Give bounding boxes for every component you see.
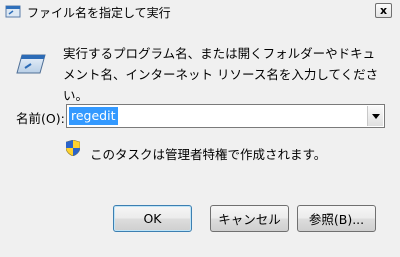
close-button[interactable]: x [375, 3, 392, 18]
browse-button[interactable]: 参照(B)... [297, 205, 376, 232]
dropdown-button[interactable] [367, 106, 383, 126]
run-dialog: ファイル名を指定して実行 x 実行するプログラム名、または開くフォルダーやドキュ… [0, 0, 400, 257]
window-title: ファイル名を指定して実行 [27, 6, 171, 20]
run-app-icon [5, 5, 21, 18]
name-combobox[interactable]: regedit [66, 104, 385, 128]
chevron-down-icon [372, 114, 380, 119]
uac-shield-icon [65, 139, 81, 157]
name-input[interactable]: regedit [69, 107, 118, 125]
instruction-text: 実行するプログラム名、または開くフォルダーやドキュメント名、インターネット リソ… [63, 46, 379, 103]
title-bar: ファイル名を指定して実行 x [0, 0, 400, 23]
admin-privilege-note: このタスクは管理者特権で作成されます。 [90, 147, 327, 162]
cancel-button[interactable]: キャンセル [210, 205, 289, 232]
name-label: 名前(O): [16, 111, 65, 126]
ok-button[interactable]: OK [113, 205, 192, 232]
run-program-icon [16, 53, 46, 75]
